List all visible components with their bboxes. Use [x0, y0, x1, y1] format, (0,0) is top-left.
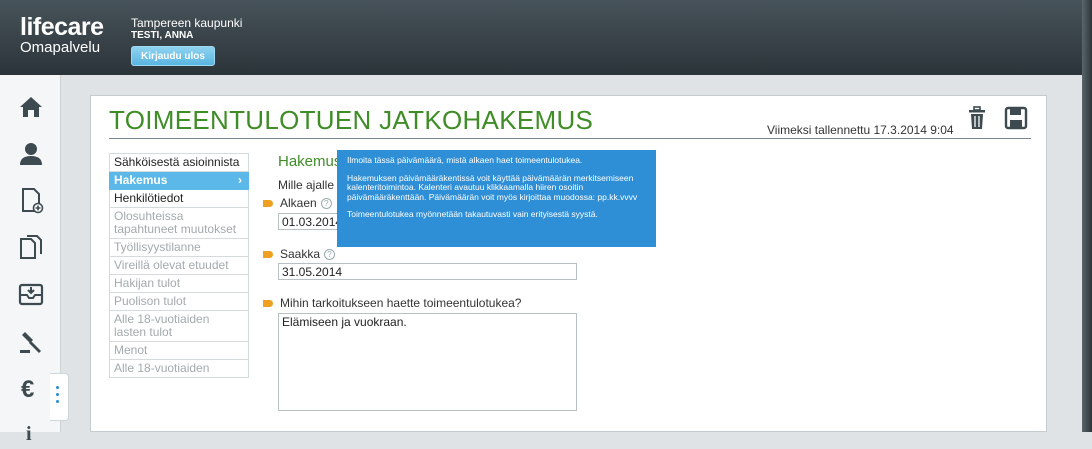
nav-item-menot[interactable]: Menot [109, 342, 249, 360]
tooltip-paragraph: Ilmoita tässä päivämäärä, mistä alkaen h… [347, 155, 583, 165]
nav-item-puolison-tulot[interactable]: Puolison tulot [109, 293, 249, 311]
trash-icon[interactable] [966, 106, 988, 135]
nav-item-sahkoisesta[interactable]: Sähköisestä asioinnista [109, 153, 249, 172]
start-date-label-text: Alkaen [280, 196, 317, 210]
nav-item-hakijan-tulot[interactable]: Hakijan tulot [109, 275, 249, 293]
tooltip-paragraph: Toimeentulotukea myönnetään takautuvasti… [347, 209, 598, 219]
euro-icon[interactable]: € [14, 371, 48, 405]
new-document-icon[interactable] [14, 183, 48, 217]
app-logo: lifecare Omapalvelu [20, 14, 104, 56]
sidebar-toggle-handle[interactable] [50, 373, 69, 421]
end-date-field[interactable] [278, 263, 577, 280]
top-bar: lifecare Omapalvelu Tampereen kaupunki T… [0, 0, 1092, 75]
logout-button[interactable]: Kirjaudu ulos [131, 46, 215, 66]
nav-item-lasten-tulot[interactable]: Alle 18-vuotiaiden lasten tulot [109, 311, 249, 342]
section-title: Hakemus [278, 153, 342, 170]
end-date-label: Saakka? [280, 247, 336, 261]
purpose-textarea[interactable]: Elämiseen ja vuokraan. [278, 313, 577, 411]
nav-item-alle-18[interactable]: Alle 18-vuotiaiden [109, 360, 249, 378]
user-name: TESTI, ANNA [131, 30, 194, 41]
chevron-right-icon: › [238, 173, 242, 187]
svg-text:i: i [26, 423, 32, 445]
inbox-icon[interactable] [14, 277, 48, 311]
nav-item-olosuhteet[interactable]: Olosuhteissa tapahtuneet muutokset [109, 208, 249, 239]
purpose-label: Mihin tarkoitukseen haette toimeentulotu… [280, 296, 522, 310]
start-date-label: Alkaen? [280, 196, 332, 210]
tooltip-paragraph: Hakemuksen päivämääräkentissä voit käytt… [347, 172, 638, 202]
page-title: TOIMEENTULOTUEN JATKOHAKEMUS [109, 105, 594, 135]
save-icon[interactable] [1004, 106, 1028, 135]
form-panel: TOIMEENTULOTUEN JATKOHAKEMUS Viimeksi ta… [90, 95, 1047, 432]
svg-text:€: € [21, 376, 34, 402]
brand-name: lifecare [20, 13, 104, 41]
header-divider [109, 138, 1031, 139]
help-icon[interactable]: ? [320, 198, 332, 209]
nav-item-label: Hakemus [114, 173, 168, 187]
last-saved-text: Viimeksi tallennettu 17.3.2014 9:04 [767, 123, 954, 137]
person-icon[interactable] [14, 137, 48, 171]
organization-name: Tampereen kaupunki [131, 16, 243, 30]
window-edge [1082, 0, 1092, 432]
nav-item-henkilotiedot[interactable]: Henkilötiedot [109, 190, 249, 208]
help-tooltip: Ilmoita tässä päivämäärä, mistä alkaen h… [337, 150, 656, 247]
nav-item-tyollisyys[interactable]: Työllisyystilanne [109, 239, 249, 257]
nav-item-hakemus[interactable]: Hakemus › [109, 172, 249, 190]
help-icon[interactable]: ? [324, 249, 336, 260]
required-marker-icon [263, 251, 273, 258]
form-section-nav: Sähköisestä asioinnista Hakemus › Henkilö… [109, 153, 249, 378]
required-marker-icon [263, 200, 273, 207]
brand-subtitle: Omapalvelu [20, 39, 101, 56]
info-icon[interactable]: i [14, 415, 48, 449]
required-marker-icon [263, 300, 273, 307]
gavel-icon[interactable] [14, 325, 48, 359]
end-date-label-text: Saakka [280, 247, 321, 261]
home-icon[interactable] [14, 90, 48, 124]
nav-item-etuudet[interactable]: Vireillä olevat etuudet [109, 257, 249, 275]
documents-icon[interactable] [14, 230, 48, 264]
